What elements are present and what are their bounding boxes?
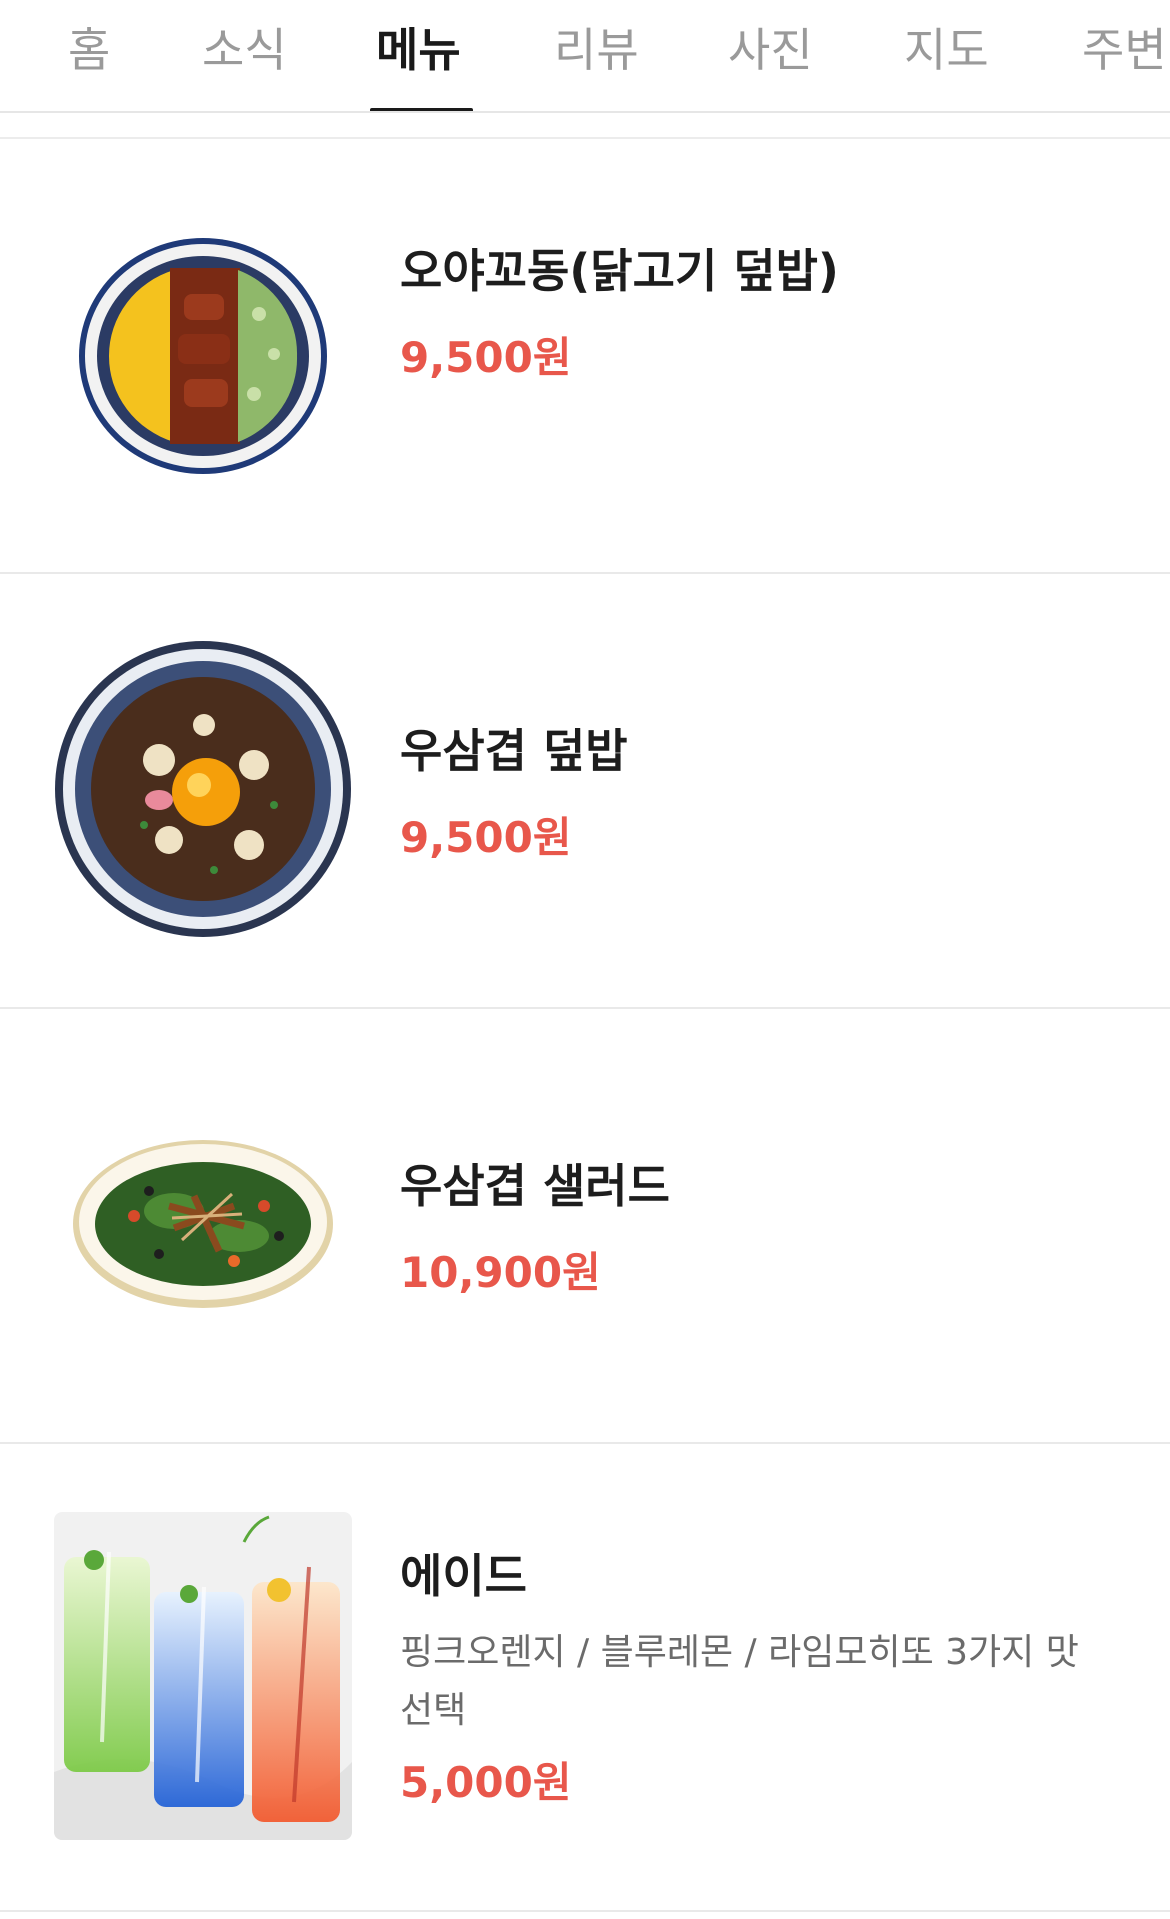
beef-brisket-rice-bowl-image xyxy=(55,641,351,937)
menu-item-price: 10,900원 xyxy=(400,1248,601,1297)
menu-item-name: 우삼겹 덮밥 xyxy=(400,724,628,778)
tab-news[interactable]: 소식 xyxy=(202,14,287,80)
menu-item-name: 오야꼬동(닭고기 덮밥) xyxy=(400,244,839,298)
tab-map[interactable]: 지도 xyxy=(904,14,989,80)
tab-bar: 홈 소식 메뉴 리뷰 사진 지도 주변 xyxy=(0,0,1170,113)
tab-home[interactable]: 홈 xyxy=(68,14,110,80)
menu-item-price: 9,500원 xyxy=(400,813,572,862)
menu-item[interactable]: 우삼겹 샐러드 10,900원 xyxy=(0,1009,1170,1444)
active-tab-indicator xyxy=(370,108,473,111)
tab-menu[interactable]: 메뉴 xyxy=(376,14,461,80)
menu-item-price: 5,000원 xyxy=(400,1758,572,1807)
chicken-donburi-image xyxy=(79,238,327,474)
beef-brisket-salad-image xyxy=(73,1140,333,1308)
tab-photos[interactable]: 사진 xyxy=(728,14,813,80)
menu-item[interactable]: 오야꼬동(닭고기 덮밥) 9,500원 xyxy=(0,139,1170,574)
menu-item-name: 에이드 xyxy=(400,1549,527,1603)
menu-item[interactable]: 에이드 핑크오렌지 / 블루레몬 / 라임모히또 3가지 맛 선택 5,000원 xyxy=(0,1444,1170,1912)
tab-reviews[interactable]: 리뷰 xyxy=(554,14,639,80)
menu-item-price: 9,500원 xyxy=(400,333,572,382)
menu-item-description: 핑크오렌지 / 블루레몬 / 라임모히또 3가지 맛 선택 xyxy=(400,1632,1079,1731)
tab-nearby[interactable]: 주변 xyxy=(1082,14,1167,80)
menu-item[interactable]: 우삼겹 덮밥 9,500원 xyxy=(0,574,1170,1009)
ade-drinks-image xyxy=(54,1512,352,1840)
menu-item-name: 우삼겹 샐러드 xyxy=(400,1159,670,1213)
